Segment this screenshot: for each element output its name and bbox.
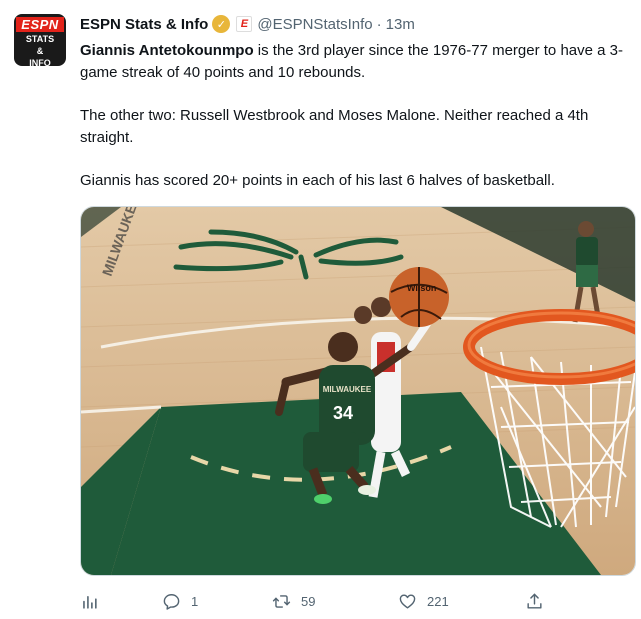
retweet-count: 59 [301,593,316,609]
like-button[interactable]: 221 [398,586,449,616]
analytics-icon [83,595,97,609]
verified-icon: ✓ [212,15,231,33]
paragraph-3: Giannis has scored 20+ points in each of… [80,172,555,189]
handle[interactable]: @ESPNStatsInfo [257,16,372,33]
espn-logo: ESPN [16,17,64,32]
tweet-card: ESPN STATS & INFO ESPN Stats & Info ✓ E … [0,0,641,619]
analytics-button[interactable] [80,586,99,616]
action-bar: 1 59 221 [80,586,620,616]
tweet-text: Giannis Antetokounmpo is the 3rd player … [80,40,625,213]
like-icon [399,593,416,609]
jersey-number: 34 [333,403,353,423]
tweet-photo[interactable]: MILWAUKEE MILWAUKEE 34 Wilson [80,206,636,576]
avatar[interactable]: ESPN STATS & INFO [14,14,66,66]
player-name: Giannis Antetokounmpo [80,42,254,59]
display-name[interactable]: ESPN Stats & Info [80,16,208,33]
ball-brand: Wilson [407,283,436,293]
reply-count: 1 [191,593,199,609]
court-photo-illustration: MILWAUKEE MILWAUKEE 34 Wilson [81,207,635,575]
share-icon [527,593,542,609]
retweet-button[interactable]: 59 [272,586,315,616]
retweet-icon [272,594,291,608]
reply-button[interactable]: 1 [162,586,198,616]
avatar-line-stats: STATS [25,34,55,44]
basketball: Wilson [389,267,449,327]
paragraph-1: Giannis Antetokounmpo is the 3rd player … [80,40,625,84]
like-count: 221 [427,593,449,609]
separator: · [376,15,382,33]
avatar-line-amp: & [36,46,44,56]
tweet-header: ESPN Stats & Info ✓ E @ESPNStatsInfo · 1… [80,13,415,35]
reply-icon [163,593,180,610]
share-button[interactable] [525,586,544,616]
timestamp[interactable]: 13m [386,16,415,33]
affiliate-badge-icon[interactable]: E [236,16,253,32]
avatar-line-info: INFO [29,58,51,66]
paragraph-2: The other two: Russell Westbrook and Mos… [80,107,589,146]
jersey-text: MILWAUKEE [323,385,372,394]
